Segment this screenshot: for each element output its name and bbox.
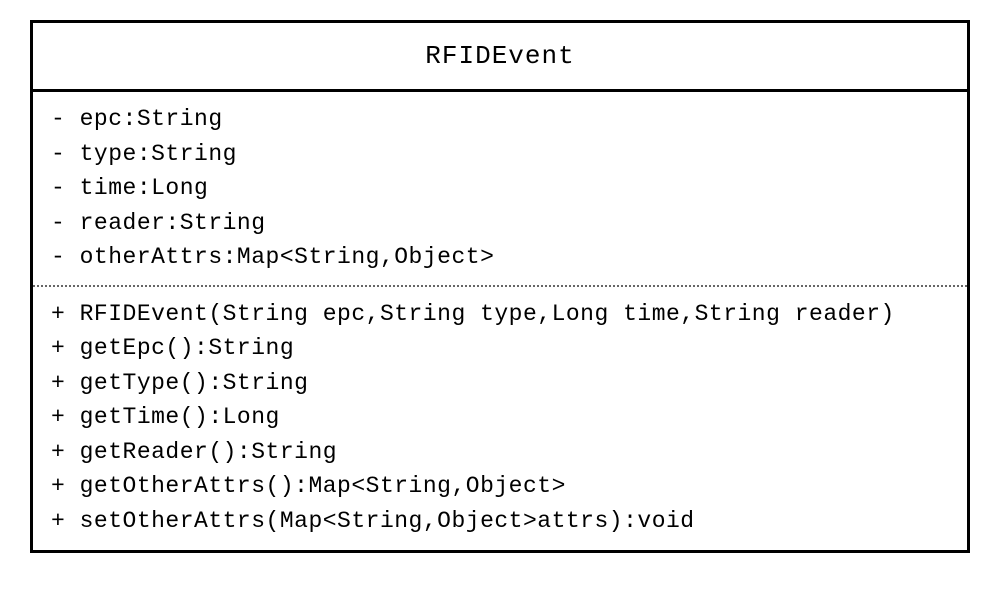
attribute-line: - reader:String xyxy=(51,206,949,241)
method-line: + RFIDEvent(String epc,String type,Long … xyxy=(51,297,949,332)
attribute-line: - epc:String xyxy=(51,102,949,137)
method-line: + getEpc():String xyxy=(51,331,949,366)
method-line: + setOtherAttrs(Map<String,Object>attrs)… xyxy=(51,504,949,539)
attribute-line: - otherAttrs:Map<String,Object> xyxy=(51,240,949,275)
attributes-section: - epc:String - type:String - time:Long -… xyxy=(33,92,967,287)
class-name-section: RFIDEvent xyxy=(33,23,967,92)
methods-section: + RFIDEvent(String epc,String type,Long … xyxy=(33,287,967,551)
attribute-line: - time:Long xyxy=(51,171,949,206)
method-line: + getOtherAttrs():Map<String,Object> xyxy=(51,469,949,504)
attribute-line: - type:String xyxy=(51,137,949,172)
method-line: + getTime():Long xyxy=(51,400,949,435)
class-name: RFIDEvent xyxy=(425,41,574,71)
method-line: + getReader():String xyxy=(51,435,949,470)
uml-class-diagram: RFIDEvent - epc:String - type:String - t… xyxy=(30,20,970,553)
method-line: + getType():String xyxy=(51,366,949,401)
